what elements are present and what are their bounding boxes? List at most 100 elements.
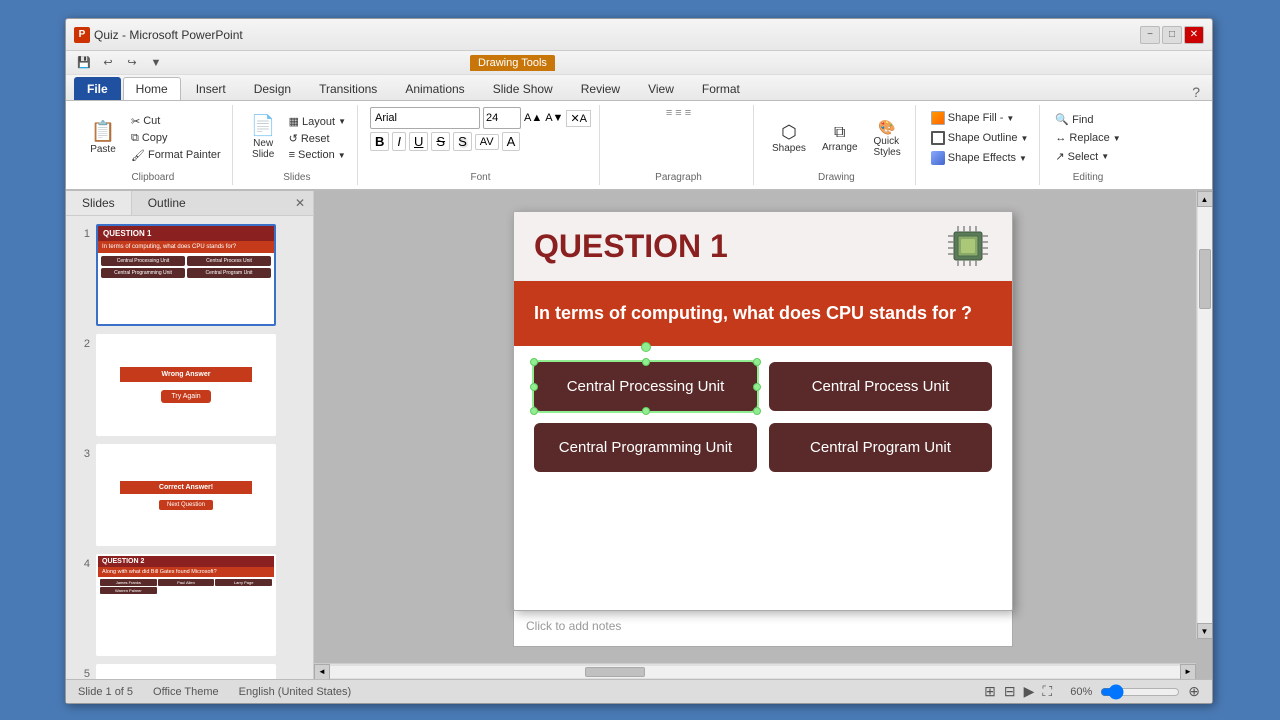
tab-home[interactable]: Home xyxy=(123,77,181,100)
handle-top-left xyxy=(530,358,538,366)
scroll-down-button[interactable]: ▼ xyxy=(1197,623,1213,639)
close-button[interactable]: ✕ xyxy=(1184,26,1204,44)
copy-button[interactable]: ⧉ Copy xyxy=(128,131,224,146)
format-painter-button[interactable]: 🖌 Format Painter xyxy=(128,148,224,163)
redo-button[interactable]: ↪ xyxy=(122,54,142,72)
horizontal-scrollbar: ◄ ► xyxy=(314,663,1196,679)
scroll-up-button[interactable]: ▲ xyxy=(1197,191,1213,207)
s4-title: QUESTION 2 xyxy=(98,556,274,567)
slide-preview-2: Wrong Answer Try Again xyxy=(96,334,276,436)
shape-fill-swatch xyxy=(931,111,945,125)
answer-button-4[interactable]: Central Program Unit xyxy=(769,423,992,472)
arrange-label: Arrange xyxy=(822,142,858,153)
select-dropdown: ▼ xyxy=(1101,152,1109,161)
answer-text-2: Central Process Unit xyxy=(812,378,950,395)
slide-thumb-4[interactable]: 4 QUESTION 2 Along with what did Bill Ga… xyxy=(74,554,305,656)
quick-styles-button[interactable]: 🎨 QuickStyles xyxy=(868,115,907,162)
slide-thumb-1[interactable]: 1 QUESTION 1 In terms of computing, what… xyxy=(74,224,305,326)
zoom-slider[interactable] xyxy=(1100,684,1180,700)
slide-preview-1: QUESTION 1 In terms of computing, what d… xyxy=(96,224,276,326)
notes-area[interactable]: Click to add notes xyxy=(513,611,1013,647)
reading-view-btn[interactable]: ▶ xyxy=(1024,683,1035,700)
slide-thumb-5[interactable]: 5 Congratulations! Replay xyxy=(74,664,305,679)
font-content: A▲ A▼ ✕A B I U S S AV A xyxy=(370,107,591,165)
shapes-button[interactable]: ⬡ Shapes xyxy=(766,118,812,158)
maximize-button[interactable]: □ xyxy=(1162,26,1182,44)
h-scroll-track xyxy=(330,666,1180,678)
slideshow-btn[interactable]: ⛶ xyxy=(1042,683,1052,700)
title-bar-left: P Quiz - Microsoft PowerPoint xyxy=(74,27,243,43)
title-bar: P Quiz - Microsoft PowerPoint − □ ✕ xyxy=(66,19,1212,51)
editing-tools: 🔍 Find ↔ Replace ▼ ↗ Select ▼ xyxy=(1052,112,1123,164)
tab-insert[interactable]: Insert xyxy=(183,77,239,100)
shadow-button[interactable]: S xyxy=(453,132,472,151)
qat-dropdown[interactable]: ▼ xyxy=(146,54,166,72)
s5-content: Congratulations! Replay xyxy=(98,666,274,679)
shape-fill-button[interactable]: Shape Fill - ▼ xyxy=(928,110,1032,126)
find-button[interactable]: 🔍 Find xyxy=(1052,112,1123,127)
format-painter-icon: 🖌 xyxy=(131,149,145,162)
select-button[interactable]: ↗ Select ▼ xyxy=(1052,149,1123,164)
save-button[interactable]: 💾 xyxy=(74,54,94,72)
shape-effects-button[interactable]: Shape Effects ▼ xyxy=(928,150,1032,166)
tab-animations[interactable]: Animations xyxy=(392,77,477,100)
tab-view[interactable]: View xyxy=(635,77,687,100)
slide-sorter-btn[interactable]: ⊟ xyxy=(1004,683,1016,700)
tab-file[interactable]: File xyxy=(74,77,121,100)
slide-num-1: 1 xyxy=(74,224,90,240)
minimize-button[interactable]: − xyxy=(1140,26,1160,44)
reset-icon: ↺ xyxy=(289,132,298,145)
shape-outline-button[interactable]: Shape Outline ▼ xyxy=(928,130,1032,146)
editing-label: Editing xyxy=(1044,172,1131,183)
new-slide-button[interactable]: 📄 NewSlide xyxy=(245,112,282,164)
arrange-button[interactable]: ⧉ Arrange xyxy=(816,120,864,157)
cut-label: Cut xyxy=(143,115,160,127)
normal-view-btn[interactable]: ⊞ xyxy=(984,683,996,700)
strikethrough-button[interactable]: S xyxy=(431,132,450,151)
italic-button[interactable]: I xyxy=(392,132,406,151)
s2-title: Wrong Answer xyxy=(120,367,252,382)
scroll-thumb[interactable] xyxy=(1199,249,1211,309)
answer-button-1[interactable]: Central Processing Unit xyxy=(534,362,757,411)
shape-tools: Shape Fill - ▼ Shape Outline ▼ Shape Eff… xyxy=(928,110,1032,166)
clear-formatting[interactable]: ✕A xyxy=(566,110,591,127)
replace-button[interactable]: ↔ Replace ▼ xyxy=(1052,131,1123,145)
rotation-handle xyxy=(641,342,651,352)
char-spacing[interactable]: AV xyxy=(475,134,499,150)
answer-button-2[interactable]: Central Process Unit xyxy=(769,362,992,411)
font-row1: A▲ A▼ ✕A xyxy=(370,107,591,129)
outline-tab[interactable]: Outline xyxy=(132,191,202,215)
underline-button[interactable]: U xyxy=(409,132,428,151)
section-button[interactable]: ≡ Section ▼ xyxy=(286,148,349,162)
slide-thumb-2[interactable]: 2 Wrong Answer Try Again xyxy=(74,334,305,436)
slides-tab[interactable]: Slides xyxy=(66,191,132,215)
slide-thumb-3[interactable]: 3 Correct Answer! Next Question xyxy=(74,444,305,546)
paste-button[interactable]: 📋 Paste xyxy=(82,118,124,159)
slide-panel-close[interactable]: ✕ xyxy=(287,191,313,215)
scroll-right-button[interactable]: ► xyxy=(1180,664,1196,680)
reset-button[interactable]: ↺ Reset xyxy=(286,131,349,146)
font-size-input[interactable] xyxy=(483,107,521,129)
font-family-input[interactable] xyxy=(370,107,480,129)
tab-review[interactable]: Review xyxy=(568,77,633,100)
bold-button[interactable]: B xyxy=(370,132,389,151)
tab-slideshow[interactable]: Slide Show xyxy=(480,77,566,100)
undo-button[interactable]: ↩ xyxy=(98,54,118,72)
layout-button[interactable]: ▦ Layout ▼ xyxy=(286,114,349,129)
tab-design[interactable]: Design xyxy=(241,77,304,100)
tab-transitions[interactable]: Transitions xyxy=(306,77,390,100)
theme-name: Office Theme xyxy=(153,686,219,698)
zoom-fit-btn[interactable]: ⊕ xyxy=(1188,683,1200,700)
help-icon[interactable]: ? xyxy=(1192,84,1200,100)
h-scroll-thumb[interactable] xyxy=(585,667,645,677)
answer-button-3[interactable]: Central Programming Unit xyxy=(534,423,757,472)
font-size-decrease[interactable]: A▼ xyxy=(545,112,563,124)
copy-icon: ⧉ xyxy=(131,132,139,145)
scroll-left-button[interactable]: ◄ xyxy=(314,664,330,680)
s4-question: Along with what did Bill Gates found Mic… xyxy=(98,567,274,577)
slide-preview-3: Correct Answer! Next Question xyxy=(96,444,276,546)
cut-button[interactable]: ✂ Cut xyxy=(128,114,224,129)
font-size-increase[interactable]: A▲ xyxy=(524,112,542,124)
font-color[interactable]: A xyxy=(502,132,521,151)
tab-format[interactable]: Format xyxy=(689,77,753,100)
